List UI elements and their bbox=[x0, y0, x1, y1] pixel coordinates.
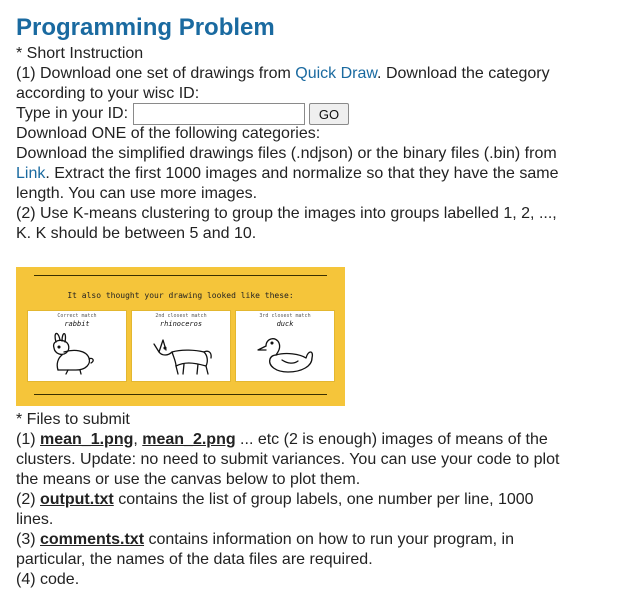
step1-text: (1) Download one set of drawings from bbox=[16, 65, 296, 82]
item-prefix: (1) bbox=[16, 431, 40, 448]
item-prefix: (2) bbox=[16, 491, 40, 508]
instructions-section: * Short Instruction (1) Download one set… bbox=[16, 44, 626, 244]
submit-section: * Files to submit (1) mean_1.png, mean_2… bbox=[16, 410, 626, 590]
step1-line2: according to your wisc ID: bbox=[16, 85, 200, 102]
page: Programming Problem * Short Instruction … bbox=[0, 0, 640, 597]
download-link[interactable]: Link bbox=[16, 165, 45, 182]
rabbit-icon bbox=[52, 332, 94, 375]
rhinoceros-icon bbox=[153, 339, 212, 375]
submit-item1-line3: the means or use the canvas below to plo… bbox=[16, 471, 361, 488]
match-guess: rhinoceros bbox=[159, 320, 203, 328]
page-title: Programming Problem bbox=[16, 14, 275, 41]
submit-item4: (4) code. bbox=[16, 571, 80, 588]
wisc-id-input[interactable] bbox=[133, 103, 306, 125]
go-button[interactable]: GO bbox=[309, 103, 350, 125]
step2-line1: (2) Use K-means clustering to group the … bbox=[16, 205, 557, 222]
step2-line2: K. K should be between 5 and 10. bbox=[16, 225, 257, 242]
submit-item2-line1: (2) output.txt contains the list of grou… bbox=[16, 490, 626, 510]
match-rank: 3rd closest match bbox=[259, 313, 311, 319]
files-line2: Link. Extract the first 1000 images and … bbox=[16, 164, 626, 184]
submit-item1-line1: (1) mean_1.png, mean_2.png ... etc (2 is… bbox=[16, 430, 626, 450]
files-to-submit-heading: * Files to submit bbox=[16, 411, 130, 428]
match-rank: Correct match bbox=[57, 313, 97, 319]
match-guess: rabbit bbox=[64, 320, 90, 328]
mean2-filename: mean_2.png bbox=[142, 431, 236, 448]
submit-item3-line2: particular, the names of the data files … bbox=[16, 551, 373, 568]
duck-icon bbox=[257, 338, 314, 373]
id-row: Type in your ID: GO bbox=[16, 103, 626, 125]
categories-line: Download ONE of the following categories… bbox=[16, 125, 321, 142]
files-line2-text: . Extract the first 1000 images and norm… bbox=[45, 165, 559, 182]
divider bbox=[34, 394, 327, 395]
quickdraw-example-image: It also thought your drawing looked like… bbox=[16, 267, 345, 406]
divider bbox=[34, 275, 327, 276]
files-line1: Download the simplified drawings files (… bbox=[16, 145, 557, 162]
step1-line1: (1) Download one set of drawings from Qu… bbox=[16, 64, 626, 84]
match-card-duck: 3rd closest match duck bbox=[235, 310, 335, 382]
submit-item3-line1: (3) comments.txt contains information on… bbox=[16, 530, 626, 550]
submit-item2-line2: lines. bbox=[16, 511, 54, 528]
mean1-filename: mean_1.png bbox=[40, 431, 134, 448]
files-line3: length. You can use more images. bbox=[16, 185, 258, 202]
item3-text: contains information on how to run your … bbox=[144, 531, 514, 548]
output-filename: output.txt bbox=[40, 491, 114, 508]
step1-text-after: . Download the category bbox=[377, 65, 550, 82]
match-card-rabbit: Correct match rabbit bbox=[27, 310, 127, 382]
quickdraw-caption: It also thought your drawing looked like… bbox=[67, 291, 294, 300]
item2-text: contains the list of group labels, one n… bbox=[113, 491, 534, 508]
comments-filename: comments.txt bbox=[40, 531, 145, 548]
match-rank: 2nd closest match bbox=[155, 313, 207, 319]
short-instruction-heading: * Short Instruction bbox=[16, 45, 144, 62]
id-label: Type in your ID: bbox=[16, 105, 129, 122]
separator: , bbox=[133, 431, 143, 448]
submit-item1-line2: clusters. Update: no need to submit vari… bbox=[16, 451, 560, 468]
match-card-rhinoceros: 2nd closest match rhinoceros bbox=[131, 310, 231, 382]
match-guess: duck bbox=[276, 320, 294, 328]
item1-text: ... etc (2 is enough) images of means of… bbox=[235, 431, 548, 448]
quick-draw-link[interactable]: Quick Draw bbox=[295, 65, 377, 82]
item-prefix: (3) bbox=[16, 531, 40, 548]
